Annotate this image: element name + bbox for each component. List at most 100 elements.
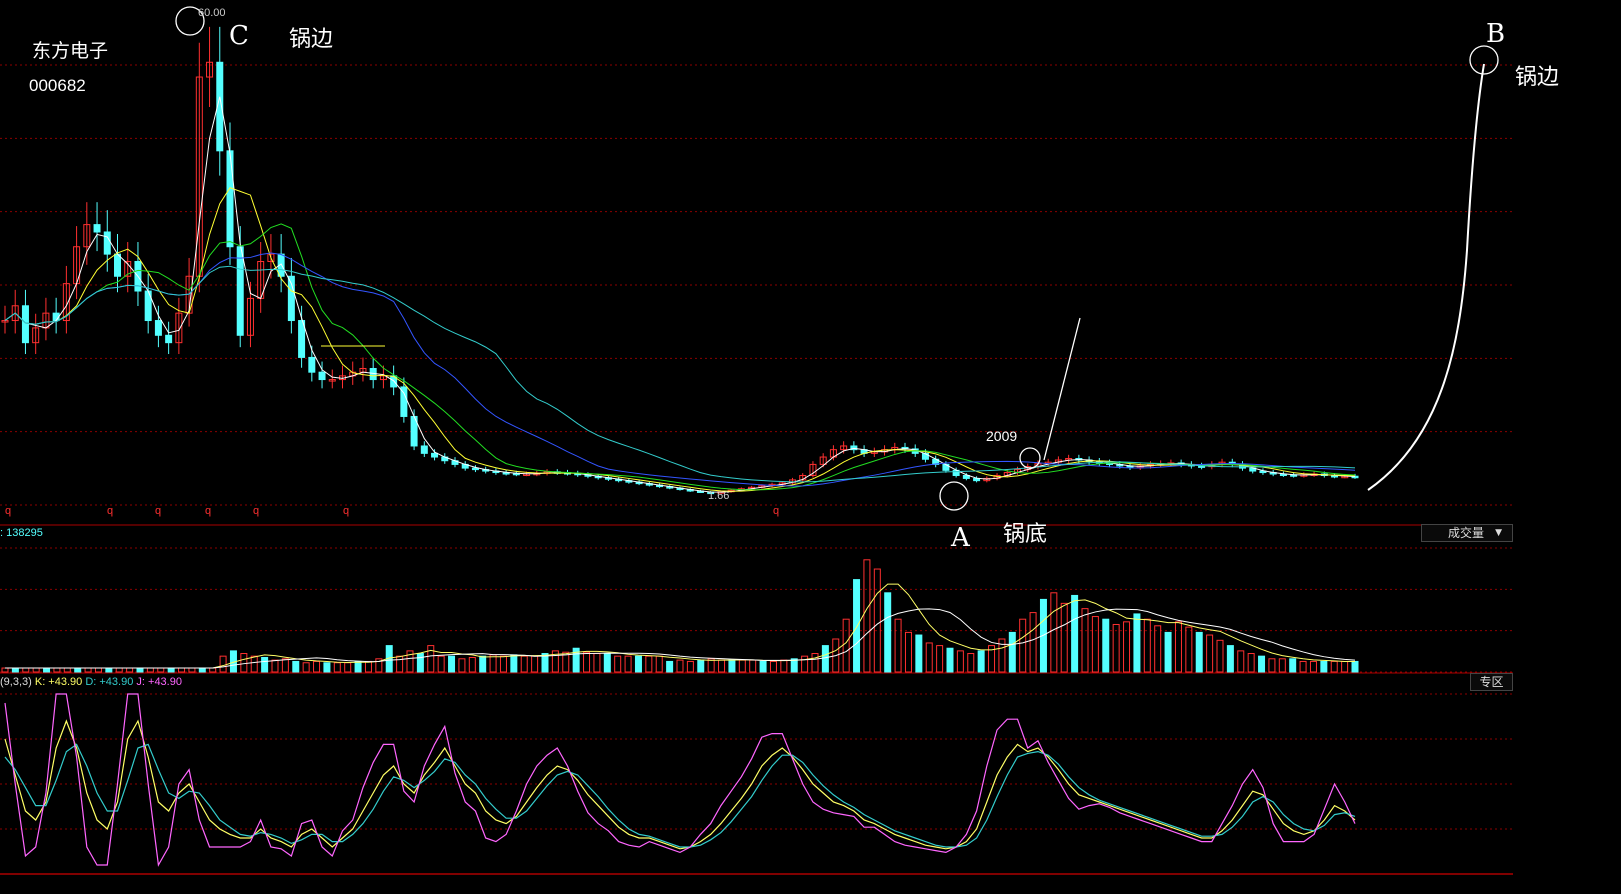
volume-bar [1237, 650, 1245, 673]
volume-bar [728, 659, 736, 673]
kdj-j-line [4, 693, 1356, 867]
volume-bar [63, 667, 71, 673]
kdj-d-line [4, 743, 1356, 848]
volume-bar [313, 660, 321, 673]
volume-bar [261, 656, 269, 673]
event-marker: q [155, 505, 161, 517]
volume-bar [749, 659, 757, 673]
volume-bar [686, 660, 694, 673]
price-candle [21, 305, 29, 344]
volume-bar [1268, 658, 1276, 673]
volume-bar [780, 659, 788, 673]
point-c-label: 锅边 [289, 27, 334, 52]
moving-average-line [4, 252, 1356, 487]
indicator-dropdown-label: 成交量 [1448, 526, 1485, 540]
volume-bar [1330, 660, 1338, 673]
event-marker: q [107, 505, 113, 517]
volume-bar [1216, 639, 1224, 673]
volume-bar [1, 667, 9, 673]
volume-bar [396, 655, 404, 673]
volume-bar [146, 667, 154, 673]
moving-average-line [4, 265, 1356, 483]
kdj-j-label: J: +43.90 [136, 676, 182, 688]
volume-bar [1351, 660, 1359, 673]
volume-bar [624, 655, 632, 673]
volume-bar [292, 660, 300, 673]
point-a-circle [939, 481, 969, 511]
chevron-down-icon: ▼ [1495, 528, 1502, 538]
volume-bar [1247, 653, 1255, 673]
volume-bar [448, 655, 456, 673]
volume-bar [126, 667, 134, 673]
volume-bar [956, 650, 964, 673]
volume-bar [842, 618, 850, 673]
moving-average-line [4, 223, 1356, 491]
volume-bar [499, 655, 507, 673]
volume-bar [801, 655, 809, 673]
moving-average-line [4, 96, 1356, 493]
year-2009-circle [1019, 447, 1041, 469]
volume-bar [219, 655, 227, 673]
volume-bar [323, 662, 331, 673]
volume-bar [105, 667, 113, 673]
volume-ma-line [5, 608, 1356, 669]
volume-bar [1195, 631, 1203, 673]
volume-bar [1102, 618, 1110, 673]
volume-bar [1185, 626, 1193, 673]
price-candle [236, 246, 244, 336]
price-candle [93, 224, 101, 233]
year-label: 2009 [986, 428, 1018, 444]
volume-bar [1112, 623, 1120, 673]
volume-bar [489, 654, 497, 673]
price-candle [400, 386, 408, 417]
price-candle [154, 320, 162, 336]
volume-bar [1278, 658, 1286, 673]
point-a-label: 锅底 [1003, 522, 1048, 547]
volume-bar [666, 660, 674, 673]
volume-bar [84, 667, 92, 673]
volume-bar [583, 651, 591, 673]
volume-bar [718, 659, 726, 673]
stock-name: 东方电子 [32, 40, 109, 62]
event-marker: q [5, 505, 11, 517]
volume-bar [977, 650, 985, 673]
pot-rim-curve [1367, 63, 1485, 491]
volume-bar [1299, 660, 1307, 673]
volume-bar [738, 659, 746, 673]
volume-bar [437, 655, 445, 673]
volume-bar [1071, 594, 1079, 673]
volume-bar [209, 667, 217, 673]
volume-bar [510, 654, 518, 673]
zone-button[interactable]: 专区 [1470, 673, 1513, 691]
volume-bar [32, 667, 40, 673]
volume-bar [74, 667, 82, 673]
price-candle [431, 452, 439, 458]
volume-bar [1226, 645, 1234, 673]
volume-bar [1019, 618, 1027, 673]
volume-bar [43, 667, 51, 673]
volume-bar [427, 645, 435, 673]
volume-bar [53, 667, 61, 673]
volume-bar [634, 655, 642, 673]
kdj-d-label: D: +43.90 [85, 676, 134, 688]
volume-bar [769, 660, 777, 673]
event-marker: q [773, 505, 779, 517]
point-a-letter: A [951, 523, 970, 553]
indicator-dropdown[interactable]: 成交量 ▼ [1421, 524, 1513, 542]
point-b-label: 锅边 [1515, 65, 1560, 90]
kdj-k-line [4, 719, 1356, 850]
volume-bar [531, 655, 539, 673]
point-c-letter: C [229, 21, 249, 51]
stock-chart[interactable]: qqqqqqq [0, 0, 1621, 894]
price-candle [103, 231, 111, 255]
volume-bar [458, 658, 466, 673]
volume-bar [1206, 634, 1214, 673]
volume-bar [1143, 618, 1151, 673]
volume-bar [603, 653, 611, 673]
price-candle [226, 150, 234, 248]
volume-bar [1174, 621, 1182, 673]
kdj-k-label: K: +43.90 [34, 676, 83, 688]
price-candle [308, 356, 316, 373]
volume-bar [1341, 660, 1349, 673]
moving-average-line [4, 187, 1356, 492]
